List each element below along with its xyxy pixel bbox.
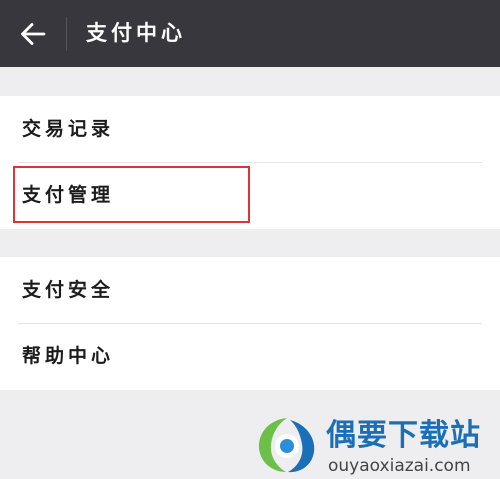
menu-item-label: 帮助中心 — [22, 345, 115, 367]
menu-group-1: 交易记录 支付管理 — [0, 96, 500, 229]
menu-item-payment-management[interactable]: 支付管理 — [0, 162, 500, 228]
menu-item-payment-security[interactable]: 支付安全 — [0, 257, 500, 323]
payment-center-screen: 支付中心 交易记录 支付管理 支付安全 帮助中心 偶要下载站 ouyaoxiaz… — [0, 0, 500, 479]
menu-item-help-center[interactable]: 帮助中心 — [0, 323, 500, 389]
header-divider — [66, 17, 67, 51]
menu-item-label: 支付安全 — [22, 279, 115, 301]
watermark-title: 偶要下载站 — [326, 418, 481, 453]
arrow-left-icon — [21, 23, 46, 45]
menu-group-2: 支付安全 帮助中心 — [0, 257, 500, 390]
watermark-url: ouyaoxiazai.com — [328, 456, 471, 476]
page-title: 支付中心 — [86, 21, 186, 45]
top-bar: 支付中心 — [0, 0, 500, 67]
menu-item-label: 支付管理 — [22, 184, 115, 206]
watermark-logo-icon — [258, 418, 315, 473]
menu-item-transaction-records[interactable]: 交易记录 — [0, 96, 500, 162]
back-button[interactable] — [10, 12, 56, 56]
menu-item-label: 交易记录 — [22, 118, 115, 140]
watermark: 偶要下载站 ouyaoxiazai.com — [254, 414, 494, 476]
